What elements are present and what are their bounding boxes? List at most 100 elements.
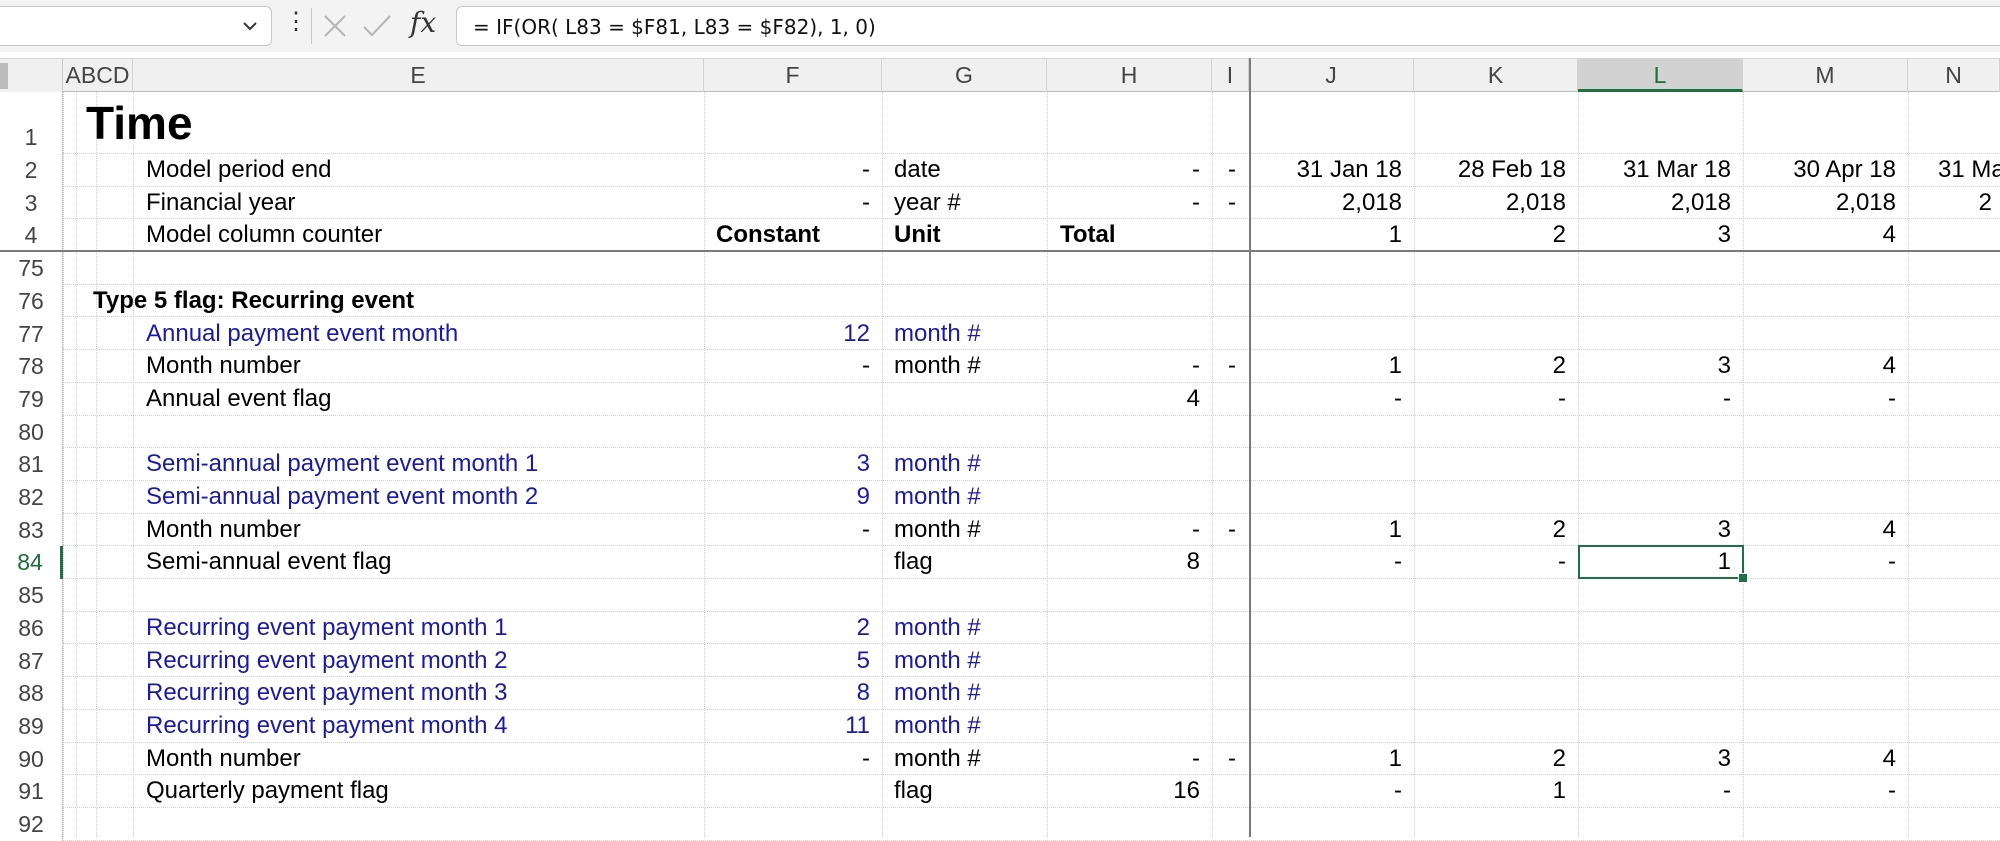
cell-e-87[interactable]: Recurring event payment month 2 bbox=[146, 645, 706, 678]
cell-g-78[interactable]: month # bbox=[894, 350, 1044, 383]
select-all-corner[interactable] bbox=[0, 59, 63, 92]
cell-k-83[interactable]: 2 bbox=[1414, 514, 1566, 547]
fill-handle[interactable] bbox=[1738, 573, 1748, 583]
cell-h-4[interactable]: Total bbox=[1060, 219, 1200, 252]
cell-f-83[interactable]: - bbox=[716, 514, 870, 547]
cell-j-4[interactable]: 1 bbox=[1249, 219, 1402, 252]
column-header-j[interactable]: J bbox=[1249, 59, 1414, 92]
column-header-f[interactable]: F bbox=[704, 59, 882, 92]
cell-m-3[interactable]: 2,018 bbox=[1743, 187, 1896, 220]
row-header[interactable]: 92 bbox=[0, 808, 63, 841]
cell-m-91[interactable]: - bbox=[1743, 775, 1896, 808]
cell-e-79[interactable]: Annual event flag bbox=[146, 383, 706, 416]
column-header-m[interactable]: M bbox=[1743, 59, 1908, 92]
cell-m-2[interactable]: 30 Apr 18 bbox=[1743, 154, 1896, 187]
more-options-icon[interactable]: ⋮ bbox=[284, 10, 308, 34]
cell-j-2[interactable]: 31 Jan 18 bbox=[1249, 154, 1402, 187]
cell-e-86[interactable]: Recurring event payment month 1 bbox=[146, 612, 706, 645]
cell-g-3[interactable]: year # bbox=[894, 187, 1044, 220]
row-header[interactable]: 3 bbox=[0, 186, 63, 220]
cell-f-78[interactable]: - bbox=[716, 350, 870, 383]
cell-j-83[interactable]: 1 bbox=[1249, 514, 1402, 547]
cell-h-79[interactable]: 4 bbox=[1060, 383, 1200, 416]
cell-f-87[interactable]: 5 bbox=[716, 645, 870, 678]
cell-m-79[interactable]: - bbox=[1743, 383, 1896, 416]
cell-k-90[interactable]: 2 bbox=[1414, 743, 1566, 776]
insert-function-icon[interactable]: fx bbox=[410, 6, 436, 39]
enter-check-icon[interactable] bbox=[362, 13, 392, 39]
cell-m-84[interactable]: - bbox=[1743, 546, 1896, 579]
column-header-e[interactable]: E bbox=[133, 59, 704, 92]
cell-g-2[interactable]: date bbox=[894, 154, 1044, 187]
name-box[interactable] bbox=[0, 6, 272, 46]
cell-g-82[interactable]: month # bbox=[894, 481, 1044, 514]
row-header[interactable]: 87 bbox=[0, 644, 63, 678]
column-header-abcd[interactable]: ABCD bbox=[63, 59, 133, 92]
cell-m-83[interactable]: 4 bbox=[1743, 514, 1896, 547]
column-header-n[interactable]: N bbox=[1908, 59, 2000, 92]
cell-h-83[interactable]: - bbox=[1060, 514, 1200, 547]
cell-e-77[interactable]: Annual payment event month bbox=[146, 318, 706, 351]
cell-e-78[interactable]: Month number bbox=[146, 350, 706, 383]
column-header-h[interactable]: H bbox=[1047, 59, 1212, 92]
cell-f-88[interactable]: 8 bbox=[716, 677, 870, 710]
column-header-l[interactable]: L bbox=[1578, 59, 1743, 92]
cell-f-77[interactable]: 12 bbox=[716, 318, 870, 351]
cell-l-78[interactable]: 3 bbox=[1578, 350, 1731, 383]
cell-h-91[interactable]: 16 bbox=[1060, 775, 1200, 808]
cell-g-86[interactable]: month # bbox=[894, 612, 1044, 645]
row-header[interactable]: 81 bbox=[0, 448, 63, 481]
row-header[interactable]: 80 bbox=[0, 415, 63, 449]
cell-i-2[interactable]: - bbox=[1212, 154, 1236, 187]
row-header[interactable]: 79 bbox=[0, 382, 63, 416]
cell-h-78[interactable]: - bbox=[1060, 350, 1200, 383]
row-header[interactable]: 85 bbox=[0, 579, 63, 612]
cell-k-79[interactable]: - bbox=[1414, 383, 1566, 416]
cell-f-90[interactable]: - bbox=[716, 743, 870, 776]
cell-l-3[interactable]: 2,018 bbox=[1578, 187, 1731, 220]
cell-l-79[interactable]: - bbox=[1578, 383, 1731, 416]
column-header-k[interactable]: K bbox=[1414, 59, 1578, 92]
cell-k-91[interactable]: 1 bbox=[1414, 775, 1566, 808]
cell-e-91[interactable]: Quarterly payment flag bbox=[146, 775, 706, 808]
cell-k-84[interactable]: - bbox=[1414, 546, 1566, 579]
cell-j-78[interactable]: 1 bbox=[1249, 350, 1402, 383]
cell-e-83[interactable]: Month number bbox=[146, 514, 706, 547]
row-header[interactable]: 90 bbox=[0, 742, 63, 776]
row-header[interactable]: 83 bbox=[0, 513, 63, 547]
cell-l-90[interactable]: 3 bbox=[1578, 743, 1731, 776]
cell-e-3[interactable]: Financial year bbox=[146, 187, 706, 220]
cell-l-2[interactable]: 31 Mar 18 bbox=[1578, 154, 1731, 187]
cell-l-4[interactable]: 3 bbox=[1578, 219, 1731, 252]
row-header[interactable]: 4 bbox=[0, 219, 63, 253]
cell-h-3[interactable]: - bbox=[1060, 187, 1200, 220]
cell-e-90[interactable]: Month number bbox=[146, 743, 706, 776]
cell-f-86[interactable]: 2 bbox=[716, 612, 870, 645]
cell-e-4[interactable]: Model column counter bbox=[146, 219, 706, 252]
cell-g-83[interactable]: month # bbox=[894, 514, 1044, 547]
cell-h-90[interactable]: - bbox=[1060, 743, 1200, 776]
column-header-g[interactable]: G bbox=[882, 59, 1047, 92]
cancel-icon[interactable] bbox=[322, 13, 348, 39]
cell-e-88[interactable]: Recurring event payment month 3 bbox=[146, 677, 706, 710]
row-header[interactable]: 89 bbox=[0, 709, 63, 743]
row-header[interactable]: 78 bbox=[0, 350, 63, 383]
cell-j-3[interactable]: 2,018 bbox=[1249, 187, 1402, 220]
row-header[interactable]: 77 bbox=[0, 317, 63, 351]
cell-e-2[interactable]: Model period end bbox=[146, 154, 706, 187]
row-header[interactable]: 2 bbox=[0, 154, 63, 187]
cell-h-2[interactable]: - bbox=[1060, 154, 1200, 187]
cell-j-91[interactable]: - bbox=[1249, 775, 1402, 808]
cell-f-81[interactable]: 3 bbox=[716, 448, 870, 481]
formula-input[interactable]: = IF(OR( L83 = $F81, L83 = $F82), 1, 0) bbox=[456, 6, 2000, 46]
row-header[interactable]: 82 bbox=[0, 481, 63, 514]
cell-g-77[interactable]: month # bbox=[894, 318, 1044, 351]
worksheet-grid[interactable]: 1 Time 2 Model period end - date - -31 Jan 18 28… bbox=[0, 92, 2000, 841]
cell-l-83[interactable]: 3 bbox=[1578, 514, 1731, 547]
cell-m-90[interactable]: 4 bbox=[1743, 743, 1896, 776]
cell-f-89[interactable]: 11 bbox=[716, 710, 870, 743]
cell-i-83[interactable]: - bbox=[1212, 514, 1236, 547]
cell-e-82[interactable]: Semi-annual payment event month 2 bbox=[146, 481, 706, 514]
cell-j-90[interactable]: 1 bbox=[1249, 743, 1402, 776]
cell-k-4[interactable]: 2 bbox=[1414, 219, 1566, 252]
